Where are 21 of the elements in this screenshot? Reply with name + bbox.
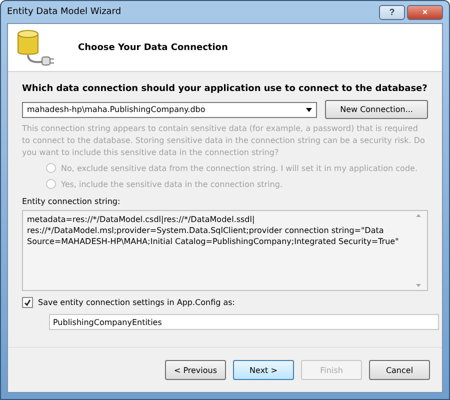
sensitive-data-notice: This connection string appears to contain sensitive data (for example, a password) that is required to connect to the database. Storing sensitive data in the connection string can be a security risk. Do you want to include this sensitive data in the connection string? xyxy=(22,123,426,159)
question-label: Which data connection should your application use to connect to the database? xyxy=(22,84,428,94)
database-plug-icon xyxy=(16,28,56,68)
wizard-button[interactable]: Cancel xyxy=(369,360,430,380)
scroll-down-icon[interactable] xyxy=(416,284,420,287)
config-name-field[interactable]: PublishingCompanyEntities xyxy=(49,314,439,330)
radio-label: No, exclude sensitive data from the connection string. I will set it in my application code. xyxy=(61,164,418,172)
page-title: Choose Your Data Connection xyxy=(78,42,228,52)
save-checkbox[interactable] xyxy=(22,297,33,308)
window-title: Entity Data Model Wizard xyxy=(7,7,122,17)
scroll-up-icon[interactable] xyxy=(416,214,420,217)
wizard-button[interactable]: Next > xyxy=(233,360,294,380)
wizard-button[interactable]: < Previous xyxy=(165,360,226,380)
help-button[interactable]: ? xyxy=(379,4,405,20)
radio-label: Yes, include the sensitive data in the connection string. xyxy=(61,180,283,188)
new-connection-button[interactable]: New Connection... xyxy=(325,100,428,119)
entity-string-box[interactable]: metadata=res://*/DataModel.csdl|res://*/DataModel.ssdl| res://*/DataModel.msl;provider=System.Data.SqlClient;provider connection string="Data Source=MAHADESH-HP\MAHA;Initial Catalog=PublishingCompany;Integrated Security=True" xyxy=(22,210,428,291)
save-checkbox-label: Save entity connection settings in App.Config as: xyxy=(38,298,235,307)
connection-dropdown[interactable]: mahadesh-hp\maha.PublishingCompany.dbo xyxy=(22,102,318,118)
entity-string-label: Entity connection string: xyxy=(22,197,122,206)
dropdown-arrow-icon xyxy=(306,108,312,112)
